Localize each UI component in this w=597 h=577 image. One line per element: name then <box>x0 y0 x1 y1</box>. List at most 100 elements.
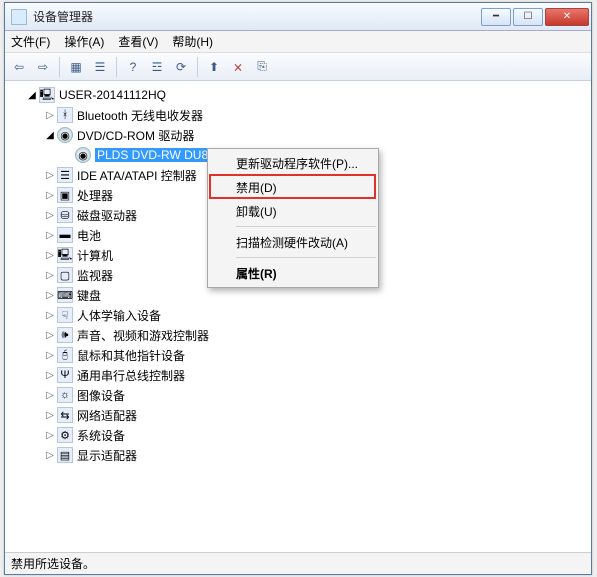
context-menu-separator <box>236 226 376 227</box>
titlebar: 设备管理器 ━ ☐ ✕ <box>5 3 591 31</box>
battery-icon: ▬ <box>57 227 73 243</box>
expand-arrow-icon[interactable]: ▷ <box>43 330 57 341</box>
tree-node-label: 声音、视频和游戏控制器 <box>77 327 209 344</box>
context-menu-update-driver[interactable]: 更新驱动程序软件(P)... <box>208 151 378 175</box>
disk-drive-icon: ⛁ <box>57 207 73 223</box>
tree-node[interactable]: ▷⚙系统设备 <box>7 425 591 445</box>
menu-view[interactable]: 查看(V) <box>118 33 158 50</box>
tree-node[interactable]: ▷ᚼBluetooth 无线电收发器 <box>7 105 591 125</box>
menu-action[interactable]: 操作(A) <box>64 33 104 50</box>
context-menu-uninstall[interactable]: 卸载(U) <box>208 199 378 223</box>
ide-controller-icon: ☰ <box>57 167 73 183</box>
tree-node[interactable]: ◢🖳USER-20141112HQ <box>7 85 591 105</box>
menubar: 文件(F) 操作(A) 查看(V) 帮助(H) <box>5 31 591 53</box>
tree-node-label: 人体学输入设备 <box>77 307 161 324</box>
expand-arrow-icon[interactable]: ▷ <box>43 270 57 281</box>
expand-arrow-icon[interactable]: ▷ <box>43 250 57 261</box>
expand-arrow-icon[interactable]: ▷ <box>43 230 57 241</box>
menu-file[interactable]: 文件(F) <box>11 33 50 50</box>
tree-node[interactable]: ▷▤显示适配器 <box>7 445 591 465</box>
expand-arrow-icon[interactable]: ▷ <box>43 170 57 181</box>
context-menu-scan-hardware[interactable]: 扫描检测硬件改动(A) <box>208 230 378 254</box>
tree-node-label: DVD/CD-ROM 驱动器 <box>77 127 194 144</box>
tree-node-label: 鼠标和其他指针设备 <box>77 347 185 364</box>
disable-device-button[interactable]: ⨯ <box>228 57 248 77</box>
processor-icon: ▣ <box>57 187 73 203</box>
expand-arrow-icon[interactable]: ▷ <box>43 110 57 121</box>
window-buttons: ━ ☐ ✕ <box>481 8 589 26</box>
tree-node-label: USER-20141112HQ <box>59 88 166 102</box>
tree-node-label: 处理器 <box>77 187 113 204</box>
tree-view-button[interactable]: ☰ <box>90 57 110 77</box>
imaging-icon: ☼ <box>57 387 73 403</box>
tree-node[interactable]: ▷☟人体学输入设备 <box>7 305 591 325</box>
expand-arrow-icon[interactable]: ▷ <box>43 370 57 381</box>
tree-node[interactable]: ▷⇆网络适配器 <box>7 405 591 425</box>
toolbar-divider <box>197 57 198 77</box>
optical-drive-icon: ◉ <box>75 147 91 163</box>
tree-node[interactable]: ▷☼图像设备 <box>7 385 591 405</box>
keyboard-icon: ⌨ <box>57 287 73 303</box>
toolbar-divider <box>59 57 60 77</box>
sound-icon: 🕪 <box>57 327 73 343</box>
tree-node-label: 计算机 <box>77 247 113 264</box>
tree-node-label: 图像设备 <box>77 387 125 404</box>
help-button[interactable]: ? <box>123 57 143 77</box>
network-adapter-icon: ⇆ <box>57 407 73 423</box>
tree-node[interactable]: ▷🕪声音、视频和游戏控制器 <box>7 325 591 345</box>
expand-arrow-icon[interactable]: ◢ <box>43 130 57 141</box>
expand-arrow-icon[interactable]: ▷ <box>43 210 57 221</box>
expand-arrow-icon[interactable]: ▷ <box>43 190 57 201</box>
tree-node-label: 键盘 <box>77 287 101 304</box>
computer-icon: 🖳 <box>57 247 73 263</box>
app-icon <box>11 9 27 25</box>
expand-arrow-icon[interactable]: ◢ <box>25 90 39 101</box>
tree-node-label: 网络适配器 <box>77 407 137 424</box>
device-manager-window: 设备管理器 ━ ☐ ✕ 文件(F) 操作(A) 查看(V) 帮助(H) ⇦ ⇨ … <box>4 2 592 575</box>
hid-icon: ☟ <box>57 307 73 323</box>
context-menu-properties[interactable]: 属性(R) <box>208 261 378 285</box>
tree-node-label: 监视器 <box>77 267 113 284</box>
tree-node-label: 磁盘驱动器 <box>77 207 137 224</box>
forward-button[interactable]: ⇨ <box>33 57 53 77</box>
optical-drive-icon: ◉ <box>57 127 73 143</box>
expand-arrow-icon[interactable]: ▷ <box>43 290 57 301</box>
maximize-button[interactable]: ☐ <box>513 8 543 26</box>
window-title: 设备管理器 <box>33 8 481 25</box>
uninstall-button[interactable]: ⎘ <box>252 57 272 77</box>
monitor-icon: ▢ <box>57 267 73 283</box>
refresh-button[interactable]: ⟳ <box>171 57 191 77</box>
tree-node[interactable]: ◢◉DVD/CD-ROM 驱动器 <box>7 125 591 145</box>
expand-arrow-icon[interactable]: ▷ <box>43 430 57 441</box>
status-text: 禁用所选设备。 <box>11 555 95 572</box>
expand-arrow-icon[interactable]: ▷ <box>43 350 57 361</box>
menu-help[interactable]: 帮助(H) <box>172 33 213 50</box>
tree-node[interactable]: ▷Ψ通用串行总线控制器 <box>7 365 591 385</box>
toolbar-divider <box>116 57 117 77</box>
tree-node-label: IDE ATA/ATAPI 控制器 <box>77 167 197 184</box>
toolbar: ⇦ ⇨ ▦ ☰ ? ☲ ⟳ ⬆ ⨯ ⎘ <box>5 53 591 81</box>
list-button[interactable]: ☲ <box>147 57 167 77</box>
tree-node[interactable]: ▷⌨键盘 <box>7 285 591 305</box>
tree-node-label: 系统设备 <box>77 427 125 444</box>
expand-arrow-icon[interactable]: ▷ <box>43 390 57 401</box>
grid-view-button[interactable]: ▦ <box>66 57 86 77</box>
mouse-icon: 🖯 <box>57 347 73 363</box>
tree-node-label: 电池 <box>77 227 101 244</box>
system-device-icon: ⚙ <box>57 427 73 443</box>
expand-arrow-icon[interactable]: ▷ <box>43 310 57 321</box>
close-button[interactable]: ✕ <box>545 8 589 26</box>
usb-icon: Ψ <box>57 367 73 383</box>
display-adapter-icon: ▤ <box>57 447 73 463</box>
context-menu: 更新驱动程序软件(P)...禁用(D)卸载(U) 扫描检测硬件改动(A) 属性(R) <box>207 148 379 288</box>
expand-arrow-icon[interactable]: ▷ <box>43 450 57 461</box>
context-menu-separator <box>236 257 376 258</box>
tree-node[interactable]: ▷🖯鼠标和其他指针设备 <box>7 345 591 365</box>
tree-node-label: Bluetooth 无线电收发器 <box>77 107 203 124</box>
expand-arrow-icon[interactable]: ▷ <box>43 410 57 421</box>
context-menu-disable[interactable]: 禁用(D) <box>208 175 378 199</box>
tree-node-label: 显示适配器 <box>77 447 137 464</box>
back-button[interactable]: ⇦ <box>9 57 29 77</box>
update-driver-button[interactable]: ⬆ <box>204 57 224 77</box>
minimize-button[interactable]: ━ <box>481 8 511 26</box>
